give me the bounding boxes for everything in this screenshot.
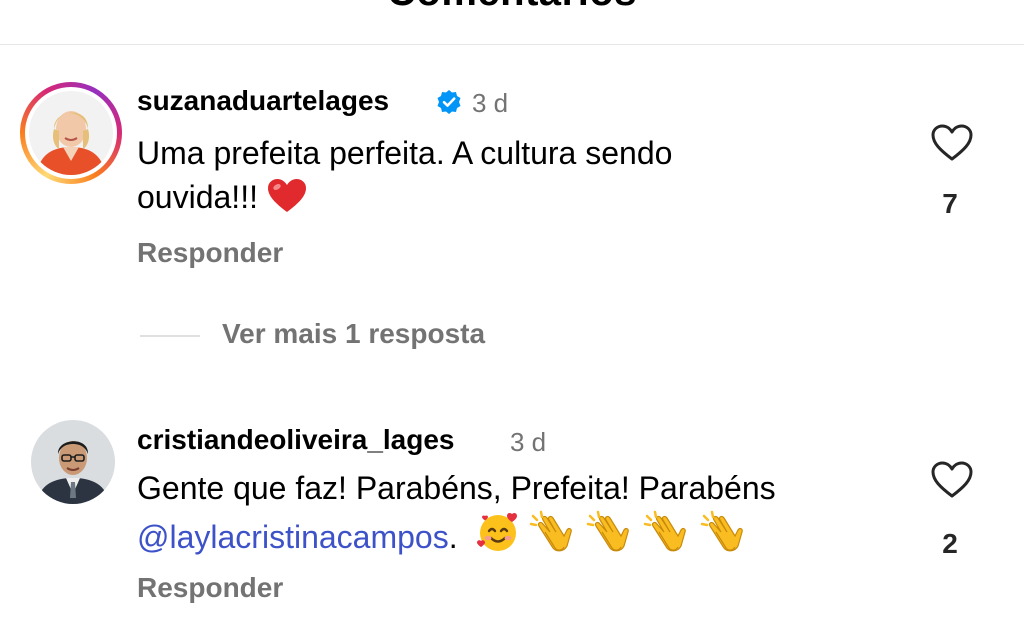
avatar[interactable] bbox=[31, 420, 115, 504]
red-heart-emoji bbox=[267, 178, 307, 225]
smiling-face-with-hearts-emoji bbox=[476, 510, 520, 565]
clapping-hands-emoji bbox=[586, 510, 634, 565]
comment-time: 3 d bbox=[510, 427, 547, 457]
view-more-replies-label[interactable]: Ver mais 1 resposta bbox=[222, 318, 485, 350]
comment-item: suzanaduartelages 3 d Uma prefeita perfe… bbox=[0, 80, 1024, 280]
page-title: Comentários bbox=[0, 0, 1024, 15]
comment-text: Gente que faz! Parabéns, Prefeita! Parab… bbox=[137, 466, 917, 565]
heart-outline-icon[interactable] bbox=[930, 460, 974, 500]
comment-time: 3 d bbox=[472, 88, 509, 118]
reply-button[interactable]: Responder bbox=[137, 237, 283, 269]
avatar-story-ring[interactable] bbox=[20, 82, 122, 184]
clapping-hands-emoji bbox=[700, 510, 748, 565]
comment-username[interactable]: cristiandeoliveira_lages bbox=[137, 424, 455, 456]
comment-item: cristiandeoliveira_lages 3 d Gente que f… bbox=[0, 418, 1024, 618]
comments-header: Comentários bbox=[0, 0, 1024, 45]
avatar[interactable] bbox=[29, 91, 113, 175]
reply-button[interactable]: Responder bbox=[137, 572, 283, 604]
like-count: 2 bbox=[942, 528, 958, 559]
divider-line bbox=[140, 335, 200, 337]
comment-username[interactable]: suzanaduartelages bbox=[137, 85, 389, 117]
comment-text: Uma prefeita perfeita. A cultura sendo o… bbox=[137, 131, 897, 225]
like-count: 7 bbox=[942, 188, 958, 219]
heart-outline-icon[interactable] bbox=[930, 123, 974, 163]
clapping-hands-emoji bbox=[529, 510, 577, 565]
mention-link[interactable]: @laylacristinacampos bbox=[137, 519, 449, 555]
verified-badge-icon bbox=[436, 89, 462, 115]
comments-screen: Comentários suzanaduartelages bbox=[0, 0, 1024, 618]
clapping-hands-emoji bbox=[643, 510, 691, 565]
